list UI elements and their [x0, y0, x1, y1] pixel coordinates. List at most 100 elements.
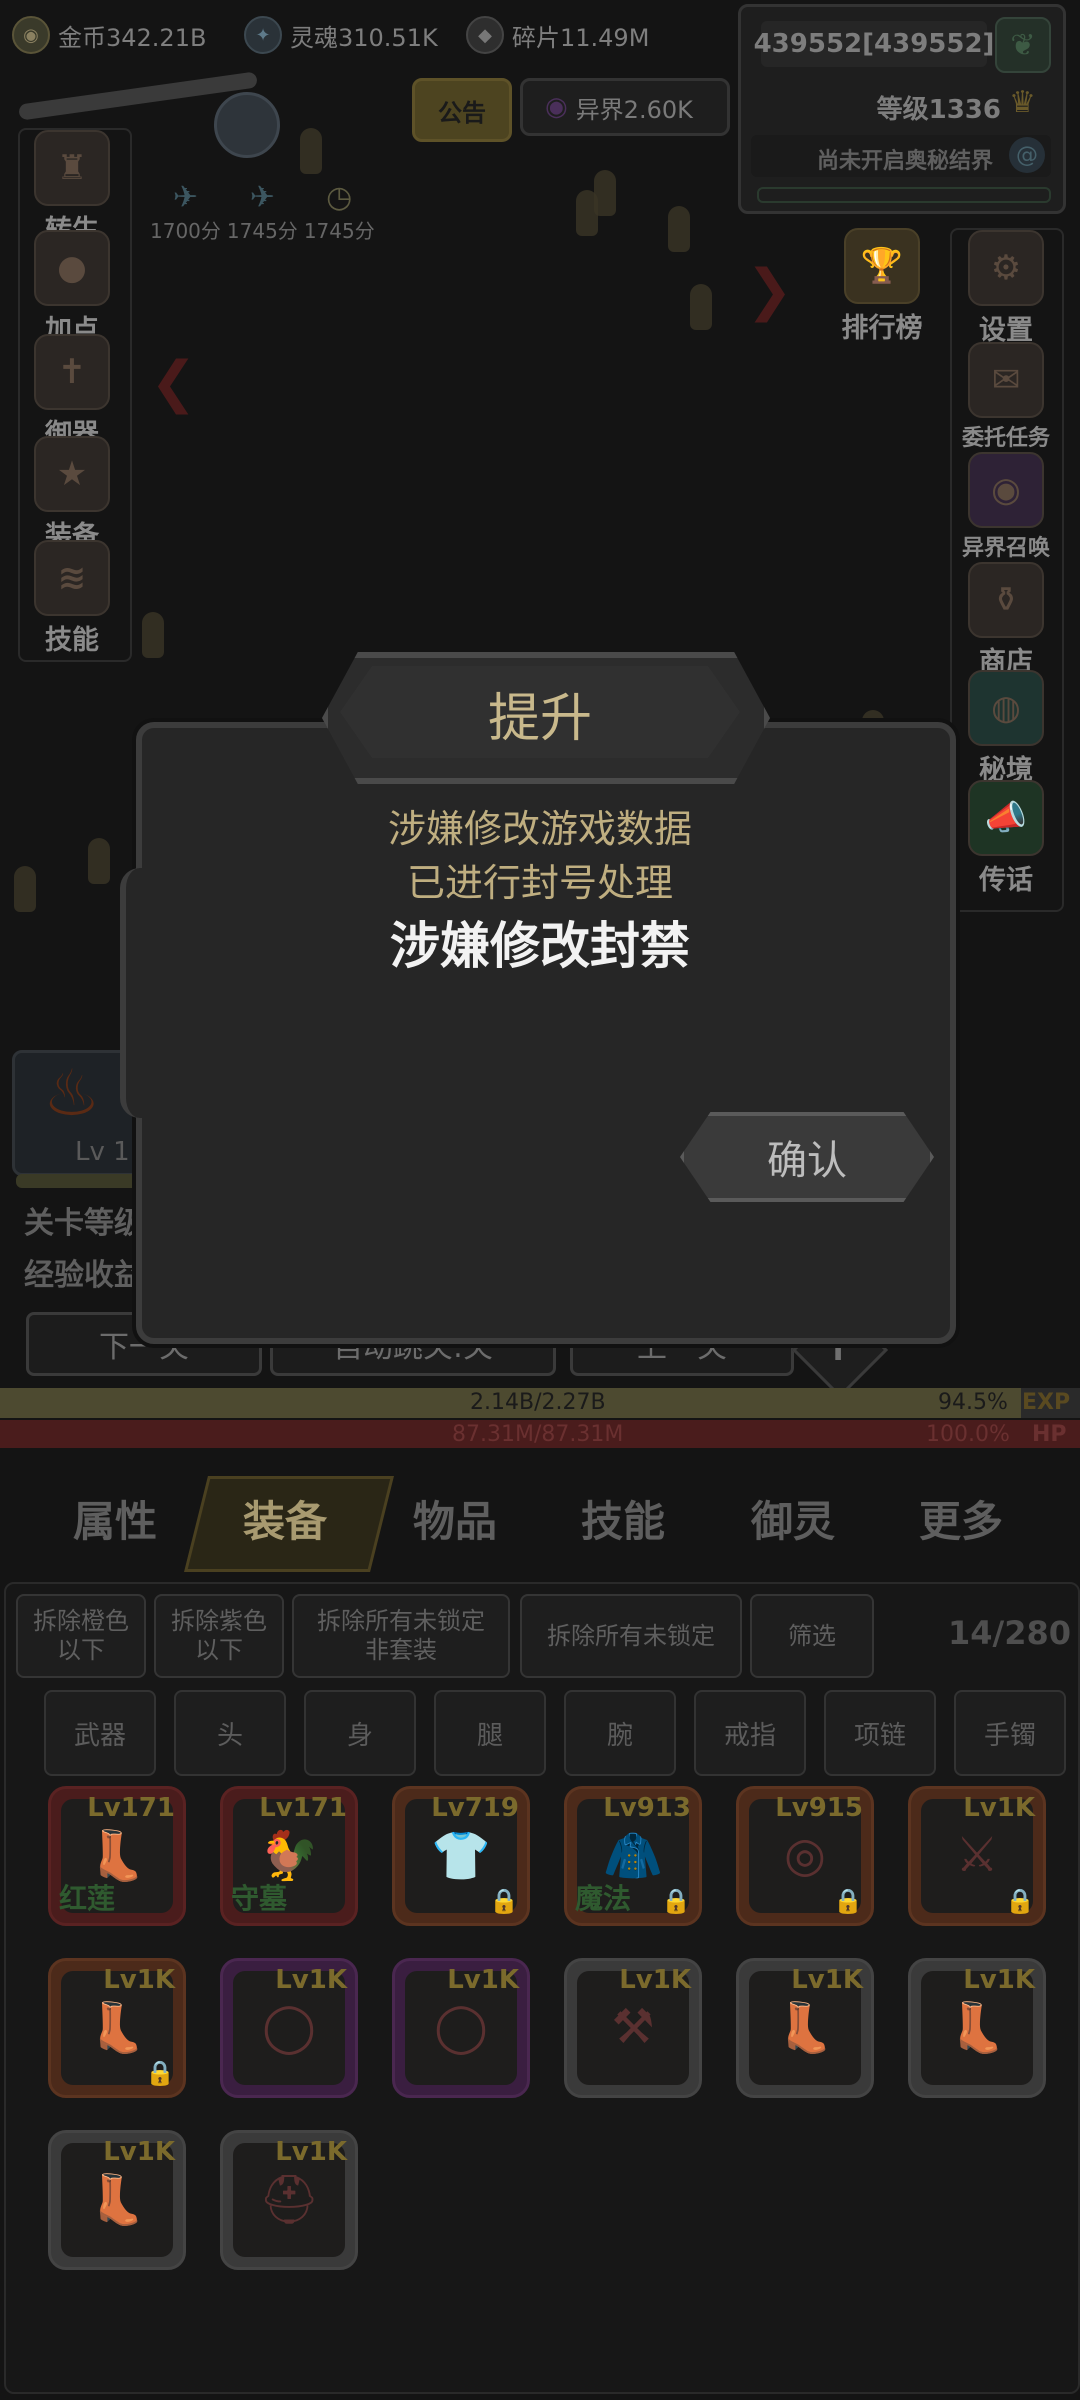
- equipment-slot[interactable]: 👢 Lv1K: [908, 1958, 1046, 2098]
- slot-tab-ring[interactable]: 戒指: [694, 1690, 806, 1776]
- coin-icon: ◉: [12, 16, 50, 54]
- dismantle-all-button[interactable]: 拆除所有未锁定: [520, 1594, 742, 1678]
- filter-button[interactable]: 筛选: [750, 1594, 874, 1678]
- menu-secret-realm[interactable]: ◍ 秘境: [956, 670, 1056, 787]
- equipment-slot[interactable]: ◯ Lv1K: [220, 1958, 358, 2098]
- equipment-level: Lv1K: [275, 1965, 347, 1995]
- dismantle-orange-button[interactable]: 拆除橙色 以下: [16, 1594, 146, 1678]
- portal-icon: ◉: [968, 452, 1044, 528]
- menu-label: 委托任务: [961, 426, 1050, 451]
- equipment-slot[interactable]: ⛑ Lv1K: [220, 2130, 358, 2270]
- lock-icon[interactable]: 🔒: [489, 1887, 519, 1915]
- tab-attributes[interactable]: 属性: [40, 1488, 190, 1549]
- wing-icon: ✈: [172, 180, 199, 215]
- tab-label: 物品: [412, 1497, 497, 1546]
- realm-text: 尚未开启奥秘结界: [817, 149, 994, 174]
- player-panel: 439552[439552] ❦ 等级1336 ♛ 尚未开启奥秘结界 @: [738, 4, 1066, 214]
- realm-row[interactable]: 尚未开启奥秘结界 @: [751, 135, 1051, 177]
- dismantle-purple-button[interactable]: 拆除紫色 以下: [154, 1594, 284, 1678]
- ranking-button[interactable]: 🏆 排行榜: [822, 228, 942, 345]
- monster-hp-bar: [16, 1174, 142, 1188]
- left-arrow-icon[interactable]: ❮: [150, 350, 197, 415]
- dialog-message-2: 已进行封号处理: [406, 861, 673, 905]
- equipment-icon: ◯: [434, 1999, 488, 2055]
- lock-icon[interactable]: 🔒: [1005, 1887, 1035, 1915]
- notice-button[interactable]: 公告: [412, 78, 512, 142]
- tab-equipment[interactable]: 装备: [210, 1488, 360, 1549]
- equipment-slot[interactable]: 👢 Lv1K 🔒: [48, 1958, 186, 2098]
- menu-weapon-spirit[interactable]: ✝ 御器: [22, 334, 122, 451]
- hp-bar: 87.31M/87.31M 100.0% HP: [0, 1420, 1080, 1448]
- slot-tab-wrist[interactable]: 腕: [564, 1690, 676, 1776]
- menu-quests[interactable]: ✉ 委托任务: [956, 342, 1056, 452]
- equipment-set-name: 魔法: [575, 1882, 632, 1915]
- slot-tab-weapon[interactable]: 武器: [44, 1690, 156, 1776]
- hp-text: 87.31M/87.31M: [452, 1422, 624, 1447]
- clock-icon: ◷: [326, 180, 353, 215]
- slot-label: 武器: [73, 1720, 126, 1751]
- slot-label: 腿: [476, 1720, 503, 1751]
- equipment-slot[interactable]: 👢 Lv1K: [736, 1958, 874, 2098]
- slot-tab-bracelet[interactable]: 手镯: [954, 1690, 1066, 1776]
- equipment-slot[interactable]: 🧥 Lv913 魔法 🔒: [564, 1786, 702, 1926]
- equipment-slot[interactable]: 👢 Lv171 红莲: [48, 1786, 186, 1926]
- menu-equipment[interactable]: ★ 装备: [22, 436, 122, 553]
- tab-items[interactable]: 物品: [380, 1488, 530, 1549]
- portal-icon: ◉: [545, 92, 568, 122]
- equipment-set-name: 守墓: [231, 1882, 288, 1915]
- equipment-level: Lv1K: [103, 2137, 175, 2167]
- filter-label: 拆除所有未锁定 非套装: [317, 1607, 485, 1664]
- vortex-icon: @: [1009, 137, 1045, 173]
- slot-tab-head[interactable]: 头: [174, 1690, 286, 1776]
- soul-icon: ✦: [244, 16, 282, 54]
- filter-label: 筛选: [788, 1621, 836, 1650]
- menu-message[interactable]: 📣 传话: [956, 780, 1056, 897]
- slot-tab-row: 武器 头 身 腿 腕 戒指 项链 手镯: [44, 1690, 1066, 1776]
- equipment-slot[interactable]: ⚔ Lv1K 🔒: [908, 1786, 1046, 1926]
- slot-tab-necklace[interactable]: 项链: [824, 1690, 936, 1776]
- equipment-slot[interactable]: 👕 Lv719 🔒: [392, 1786, 530, 1926]
- equipment-slot[interactable]: ◎ Lv915 🔒: [736, 1786, 874, 1926]
- equipment-slot[interactable]: ⚒ Lv1K: [564, 1958, 702, 2098]
- exp-label: EXP: [1022, 1390, 1071, 1415]
- equipment-icon: 🧥: [603, 1828, 663, 1884]
- right-arrow-icon[interactable]: ❯: [746, 258, 793, 323]
- menu-addpoint[interactable]: ● 加点: [22, 230, 122, 347]
- right-menu: ⚙ 设置 ✉ 委托任务 ◉ 异界召唤 ⚱ 商店 ◍ 秘境 📣 传话: [950, 228, 1064, 912]
- slot-tab-legs[interactable]: 腿: [434, 1690, 546, 1776]
- dialog-message-1: 涉嫌修改游戏数据: [387, 807, 692, 851]
- buff-item[interactable]: ✈ 1745分: [227, 180, 298, 244]
- slot-tab-body[interactable]: 身: [304, 1690, 416, 1776]
- menu-label: 异界召唤: [961, 536, 1050, 561]
- lock-icon[interactable]: 🔒: [833, 1887, 863, 1915]
- notice-label: 公告: [438, 98, 486, 127]
- equipment-icon: ◯: [262, 1999, 316, 2055]
- hp-label: HP: [1032, 1422, 1067, 1447]
- dismantle-nonset-button[interactable]: 拆除所有未锁定 非套装: [292, 1594, 510, 1678]
- menu-skills[interactable]: ≋ 技能: [22, 540, 122, 657]
- lock-icon[interactable]: 🔒: [661, 1887, 691, 1915]
- menu-settings[interactable]: ⚙ 设置: [956, 230, 1056, 347]
- tab-more[interactable]: 更多: [886, 1488, 1036, 1549]
- lock-icon[interactable]: 🔒: [145, 2059, 175, 2087]
- buff-item[interactable]: ◷ 1745分: [304, 180, 375, 244]
- player-level: 等级1336: [876, 95, 1001, 125]
- filter-label: 拆除橙色 以下: [33, 1607, 129, 1664]
- filter-label: 拆除紫色 以下: [171, 1607, 267, 1664]
- buff-item[interactable]: ✈ 1700分: [150, 180, 221, 244]
- menu-summon[interactable]: ◉ 异界召唤: [956, 452, 1056, 562]
- equipment-slot[interactable]: 🐓 Lv171 守墓: [220, 1786, 358, 1926]
- gold-value: 金币342.21B: [58, 23, 207, 52]
- equipment-level: Lv1K: [275, 2137, 347, 2167]
- menu-shop[interactable]: ⚱ 商店: [956, 562, 1056, 679]
- confirm-button[interactable]: 确认: [680, 1112, 934, 1202]
- equipment-slot[interactable]: ◯ Lv1K: [392, 1958, 530, 2098]
- sword-icon: ✝: [34, 334, 110, 410]
- tab-spirits[interactable]: 御灵: [718, 1488, 868, 1549]
- tab-skills[interactable]: 技能: [548, 1488, 698, 1549]
- dialog-title: 提升: [487, 689, 592, 749]
- fire-spirit-icon: ♨: [43, 1057, 101, 1131]
- equipment-slot[interactable]: 👢 Lv1K: [48, 2130, 186, 2270]
- otherworld-counter[interactable]: ◉ 异界2.60K: [520, 78, 730, 136]
- feather-icon[interactable]: ❦: [995, 17, 1051, 73]
